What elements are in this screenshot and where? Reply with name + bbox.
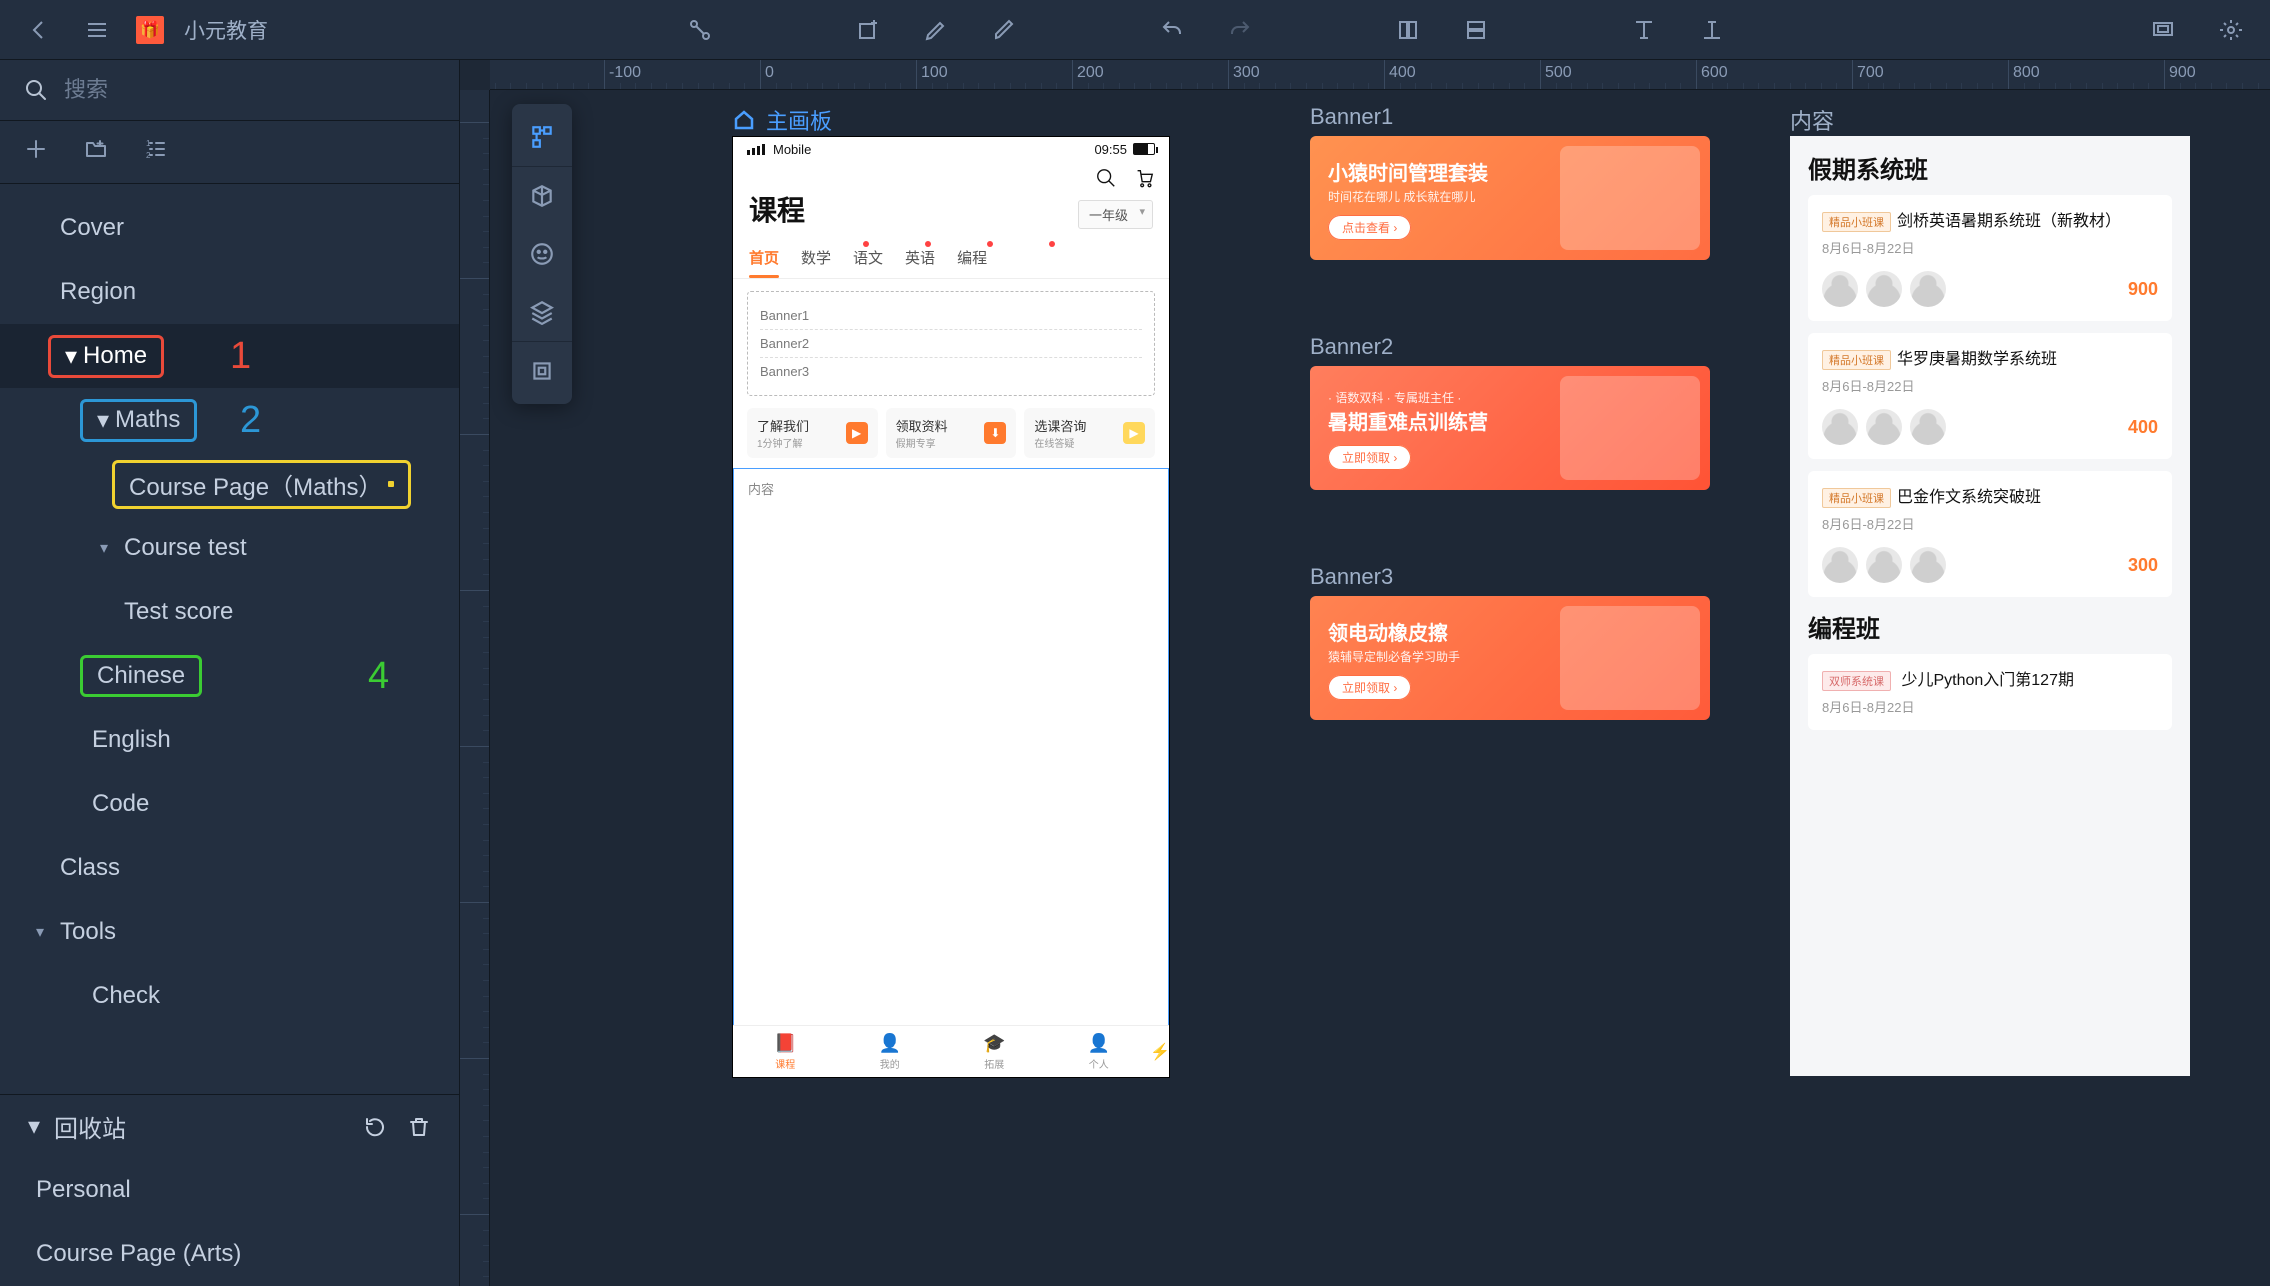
status-bar: Mobile 09:55 — [733, 137, 1169, 161]
tree-item[interactable]: ▾ Maths2 — [0, 388, 459, 452]
tool-cube-icon[interactable] — [512, 167, 572, 225]
add-page-icon[interactable] — [24, 137, 48, 168]
back-icon[interactable] — [20, 11, 58, 49]
pencil-icon[interactable] — [985, 11, 1023, 49]
banner-artboard-title[interactable]: Banner3 — [1310, 564, 1393, 590]
banner-placeholder-list: Banner1Banner2Banner3 — [747, 291, 1155, 396]
tree-item[interactable]: English — [0, 708, 459, 772]
tool-frame-icon[interactable] — [512, 342, 572, 400]
subject-tabs: 首页 数学 语文 英语 编程 — [733, 237, 1169, 279]
tree-item[interactable]: Chinese4 — [0, 644, 459, 708]
subject-tab[interactable]: 英语 — [905, 247, 935, 268]
sidebar-bottom-item[interactable]: Course Page (Arts) — [0, 1222, 459, 1286]
add-folder-icon[interactable] — [84, 137, 108, 168]
tool-emoji-icon[interactable] — [512, 225, 572, 283]
search-icon[interactable] — [1095, 167, 1117, 189]
preview-icon[interactable] — [2144, 11, 2182, 49]
cart-icon[interactable] — [1133, 167, 1155, 189]
course-card[interactable]: 精品小班课华罗庚暑期数学系统班 8月6日-8月22日 400 — [1808, 333, 2172, 459]
tool-tree-icon[interactable] — [512, 108, 572, 166]
project-icon: 🎁 — [136, 16, 164, 44]
bolt-icon[interactable]: ⚡ — [1151, 1026, 1169, 1077]
svg-text:1: 1 — [146, 139, 151, 148]
search-input[interactable] — [64, 77, 435, 103]
grade-select[interactable]: 一年级 — [1078, 200, 1153, 229]
banner-artboard-title[interactable]: Banner2 — [1310, 334, 1393, 360]
tree-item[interactable]: Class — [0, 836, 459, 900]
connection-icon[interactable] — [681, 11, 719, 49]
align-v-icon[interactable] — [1457, 11, 1495, 49]
subject-tab[interactable]: 首页 — [749, 247, 779, 268]
tree-item[interactable]: ▾ Home1 — [0, 324, 459, 388]
svg-text:2: 2 — [146, 151, 151, 160]
sidebar: 12 CoverRegion▾ Home1▾ Maths2Course Page… — [0, 60, 460, 1286]
tree-item[interactable]: Test score — [0, 580, 459, 644]
course-card[interactable]: 双师系统课 少儿Python入门第127期 8月6日-8月22日 — [1808, 654, 2172, 730]
align-h-icon[interactable] — [1389, 11, 1427, 49]
subject-tab[interactable]: 编程 — [957, 247, 987, 268]
content-artboard[interactable]: 假期系统班 精品小班课剑桥英语暑期系统班（新教材） 8月6日-8月22日 900… — [1790, 136, 2190, 1076]
banner-artboard[interactable]: 小猿时间管理套装时间花在哪儿 成长就在哪儿点击查看 › — [1310, 136, 1710, 260]
action-row: 了解我们1分钟了解▶领取资料假期专享⬇选课咨询在线答疑▶ — [733, 408, 1169, 468]
content-placeholder: 内容 — [733, 468, 1169, 1025]
sidebar-bottom-item[interactable]: Personal — [0, 1158, 459, 1222]
banner-placeholder[interactable]: Banner1 — [760, 302, 1142, 330]
tree-item[interactable]: ▾Tools — [0, 900, 459, 964]
tree-item[interactable]: ▾Course test — [0, 516, 459, 580]
action-card[interactable]: 领取资料假期专享⬇ — [886, 408, 1017, 458]
menu-icon[interactable] — [78, 11, 116, 49]
trash-row[interactable]: ▾ 回收站 — [0, 1094, 459, 1158]
tabbar-item[interactable]: 🎓拓展 — [942, 1026, 1047, 1077]
page-title: 课程 — [749, 189, 805, 229]
ruler-vertical: -1000100200300400500600700800 — [460, 90, 490, 1286]
tree-item[interactable]: Course Page（Maths）3 — [0, 452, 459, 516]
tabbar-item[interactable]: 📕课程 — [733, 1026, 838, 1077]
banner-placeholder[interactable]: Banner2 — [760, 330, 1142, 358]
add-frame-icon[interactable] — [849, 11, 887, 49]
tree-item[interactable]: Region — [0, 260, 459, 324]
delete-icon[interactable] — [407, 1115, 431, 1139]
action-card[interactable]: 了解我们1分钟了解▶ — [747, 408, 878, 458]
settings-icon[interactable] — [2212, 11, 2250, 49]
banner-artboard[interactable]: 领电动橡皮擦猿辅导定制必备学习助手立即领取 › — [1310, 596, 1710, 720]
banner-artboard[interactable]: · 语数双科 · 专属班主任 ·暑期重难点训练营立即领取 › — [1310, 366, 1710, 490]
tabbar-item[interactable]: 👤个人 — [1047, 1026, 1152, 1077]
ruler-horizontal: -200-10001002003004005006007008009001000… — [490, 60, 2270, 90]
tree-item[interactable]: Code — [0, 772, 459, 836]
tabbar-item[interactable]: 👤我的 — [838, 1026, 943, 1077]
list-icon[interactable]: 12 — [144, 137, 168, 168]
subject-tab[interactable]: 数学 — [801, 247, 831, 268]
tree-item[interactable]: Check — [0, 964, 459, 1028]
section-title: 假期系统班 — [1808, 150, 2172, 185]
project-name: 小元教育 — [184, 15, 268, 45]
banner-artboard-title[interactable]: Banner1 — [1310, 104, 1393, 130]
redo-icon[interactable] — [1221, 11, 1259, 49]
undo-icon[interactable] — [1153, 11, 1191, 49]
tabbar: 📕课程👤我的🎓拓展👤个人⚡ — [733, 1025, 1169, 1077]
action-card[interactable]: 选课咨询在线答疑▶ — [1024, 408, 1155, 458]
topbar: 🎁 小元教育 — [0, 0, 2270, 60]
content-artboard-title[interactable]: 内容 — [1790, 104, 2260, 136]
tool-column — [512, 104, 572, 404]
section2-title: 编程班 — [1808, 609, 2172, 644]
tool-layers-icon[interactable] — [512, 283, 572, 341]
restore-icon[interactable] — [363, 1115, 387, 1139]
tree-item[interactable]: Cover — [0, 196, 459, 260]
distribute-bottom-icon[interactable] — [1693, 11, 1731, 49]
distribute-top-icon[interactable] — [1625, 11, 1663, 49]
subject-tab[interactable]: 语文 — [853, 247, 883, 268]
phone-artboard[interactable]: Mobile 09:55 课程 一年级 — [732, 136, 1170, 1078]
course-card[interactable]: 精品小班课剑桥英语暑期系统班（新教材） 8月6日-8月22日 900 — [1808, 195, 2172, 321]
main-artboard-title[interactable]: 主画板 — [732, 104, 832, 136]
banner-placeholder[interactable]: Banner3 — [760, 358, 1142, 385]
canvas[interactable]: 主画板 Mobile 09:55 — [490, 90, 2270, 1286]
search-icon[interactable] — [24, 78, 48, 102]
course-card[interactable]: 精品小班课巴金作文系统突破班 8月6日-8月22日 300 — [1808, 471, 2172, 597]
trash-label: 回收站 — [54, 1109, 126, 1144]
home-icon — [732, 108, 756, 132]
pen-icon[interactable] — [917, 11, 955, 49]
